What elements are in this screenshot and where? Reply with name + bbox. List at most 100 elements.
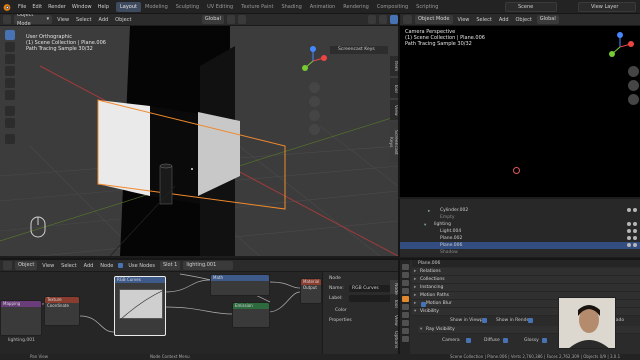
- ray-glossy-checkbox[interactable]: [542, 338, 547, 343]
- visibility-eye-icon[interactable]: [627, 236, 631, 240]
- show-in-viewports-checkbox[interactable]: [482, 318, 487, 323]
- node-name-field[interactable]: RGB Curves: [349, 285, 391, 292]
- move-tool-icon[interactable]: [5, 54, 15, 64]
- editor-type-icon[interactable]: [3, 15, 12, 24]
- modifier-tab-icon[interactable]: [402, 304, 409, 310]
- navigation-gizmo[interactable]: [298, 46, 328, 76]
- camera-menu-view[interactable]: View: [456, 17, 472, 23]
- viewport-menu-select[interactable]: Select: [74, 17, 93, 23]
- visibility-eye-icon[interactable]: [627, 243, 631, 247]
- shading-rendered-icon[interactable]: [389, 15, 398, 24]
- tool-tab-icon[interactable]: [402, 264, 409, 270]
- shader-type-dropdown[interactable]: Object: [15, 261, 38, 270]
- view-layer-selector[interactable]: View Layer: [578, 2, 636, 12]
- node-math[interactable]: Math: [210, 274, 270, 296]
- select-box-tool-icon[interactable]: [5, 30, 15, 40]
- node-rgb-curves-selected[interactable]: RGB Curves: [114, 276, 166, 336]
- workspace-tab-layout[interactable]: Layout: [116, 1, 141, 12]
- node-mapping[interactable]: Mapping: [0, 300, 42, 336]
- workspace-tab-sculpting[interactable]: Sculpting: [172, 2, 203, 12]
- transform-orientation-dropdown[interactable]: Global: [201, 15, 224, 24]
- constraints-tab-icon[interactable]: [402, 320, 409, 326]
- add-cube-tool-icon[interactable]: [5, 134, 15, 144]
- camera-view-icon[interactable]: [309, 110, 320, 121]
- render-camera-icon[interactable]: [633, 208, 637, 212]
- navigation-gizmo[interactable]: [605, 32, 635, 62]
- screencast-keys-panel[interactable]: Screencast Keys: [330, 46, 388, 54]
- measure-tool-icon[interactable]: [5, 118, 15, 128]
- outliner-row-selected[interactable]: Plane.006: [400, 242, 640, 249]
- sidebar-tab-item[interactable]: Item: [390, 56, 398, 76]
- relations-section[interactable]: Relations: [412, 268, 640, 276]
- outliner-row[interactable]: Light.004: [400, 228, 640, 235]
- node-tab-options[interactable]: Options: [390, 328, 398, 348]
- scene-selector[interactable]: Scene: [505, 2, 557, 12]
- blender-logo-icon[interactable]: [2, 2, 12, 12]
- workspace-tab-rendering[interactable]: Rendering: [339, 2, 373, 12]
- render-camera-icon[interactable]: [633, 229, 637, 233]
- visibility-eye-icon[interactable]: [627, 222, 631, 226]
- data-tab-icon[interactable]: [402, 328, 409, 334]
- shader-node-editor[interactable]: Object View Select Add Node Use Nodes Sl…: [0, 258, 398, 354]
- camera-view-icon[interactable]: [628, 94, 639, 105]
- show-in-renders-checkbox[interactable]: [528, 318, 533, 323]
- outliner[interactable]: ▸ Cylinder.002 Empty ▾ lighting Light.00…: [398, 199, 640, 257]
- workspace-tab-compositing[interactable]: Compositing: [373, 2, 412, 12]
- node-emission[interactable]: Emission: [232, 302, 270, 328]
- object-tab-icon[interactable]: [402, 296, 409, 302]
- shading-solid-icon[interactable]: [378, 15, 387, 24]
- instancing-section[interactable]: Instancing: [412, 284, 640, 292]
- node-material-output[interactable]: Material Output: [300, 278, 322, 304]
- menu-window[interactable]: Window: [69, 0, 95, 14]
- perspective-grid-icon[interactable]: [309, 124, 320, 135]
- sidebar-tab-view[interactable]: View: [390, 100, 398, 120]
- sidebar-tab-tool[interactable]: Tool: [390, 78, 398, 98]
- node-texture-coordinate[interactable]: Texture Coordinate: [44, 296, 80, 326]
- proportional-edit-icon[interactable]: [237, 15, 246, 24]
- workspace-tab-uv-editing[interactable]: UV Editing: [203, 2, 237, 12]
- viewport-menu-view[interactable]: View: [55, 17, 71, 23]
- properties-section[interactable]: Properties: [329, 318, 352, 323]
- scene-tab-icon[interactable]: [402, 288, 409, 294]
- render-tab-icon[interactable]: [402, 272, 409, 278]
- node-tab-node[interactable]: Node: [390, 280, 398, 295]
- outliner-row[interactable]: ▸ Cylinder.002: [400, 207, 640, 214]
- node-tab-tool[interactable]: Tool: [390, 296, 398, 310]
- menu-render[interactable]: Render: [45, 0, 69, 14]
- camera-menu-object[interactable]: Object: [514, 17, 534, 23]
- render-camera-icon[interactable]: [633, 236, 637, 240]
- pan-hand-icon[interactable]: [628, 80, 639, 91]
- editor-type-icon[interactable]: [3, 261, 12, 270]
- node-label-field[interactable]: [349, 295, 391, 302]
- editor-type-icon[interactable]: [403, 15, 412, 24]
- menu-file[interactable]: File: [15, 0, 29, 14]
- menu-help[interactable]: Help: [95, 0, 112, 14]
- render-camera-icon[interactable]: [633, 222, 637, 226]
- transform-tool-icon[interactable]: [5, 90, 15, 100]
- visibility-eye-icon[interactable]: [627, 229, 631, 233]
- node-menu-select[interactable]: Select: [59, 263, 78, 269]
- object-name-field[interactable]: Plane.006: [412, 260, 640, 267]
- pan-hand-icon[interactable]: [309, 96, 320, 107]
- camera-menu-select[interactable]: Select: [474, 17, 493, 23]
- viewport-menu-object[interactable]: Object: [113, 17, 133, 23]
- material-selector[interactable]: lighting.001: [183, 261, 234, 270]
- color-section[interactable]: Color: [335, 308, 347, 313]
- mode-dropdown[interactable]: Object Mode ▾: [14, 14, 53, 27]
- transform-orientation-dropdown[interactable]: Global: [536, 15, 559, 24]
- camera-viewport[interactable]: Object Mode View Select Add Object Globa…: [398, 14, 640, 197]
- viewport-menu-add[interactable]: Add: [96, 17, 110, 23]
- collections-section[interactable]: Collections: [412, 276, 640, 284]
- use-nodes-checkbox[interactable]: [118, 263, 124, 268]
- render-camera-icon[interactable]: [633, 243, 637, 247]
- viewport-canvas[interactable]: User Orthographic (1) Scene Collection |…: [0, 26, 398, 256]
- workspace-tab-texture-paint[interactable]: Texture Paint: [237, 2, 277, 12]
- node-tab-view[interactable]: View: [390, 312, 398, 326]
- outliner-row[interactable]: ▾ lighting: [400, 221, 640, 228]
- mode-dropdown[interactable]: Object Mode: [415, 15, 453, 24]
- workspace-tab-modeling[interactable]: Modeling: [141, 2, 172, 12]
- camera-menu-add[interactable]: Add: [497, 17, 511, 23]
- workspace-tab-animation[interactable]: Animation: [306, 2, 340, 12]
- node-menu-node[interactable]: Node: [98, 263, 115, 269]
- overlay-icon[interactable]: [367, 15, 376, 24]
